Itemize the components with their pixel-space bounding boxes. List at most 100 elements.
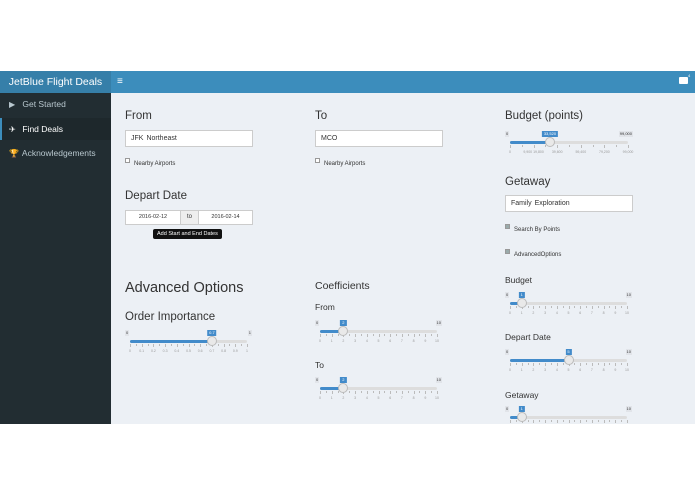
slider-tick [200,344,202,347]
slider-tick-label: 99,000 [622,150,634,154]
slider-minor-tick [515,363,517,365]
budget-weight-slider[interactable]: 0 10 1 0 1 2 3 4 5 6 7 8 9 10 [505,292,632,322]
budget-weight-label: Budget [505,275,532,285]
slider-tick [545,420,547,423]
slider-max-label: 10 [625,406,632,412]
search-by-points-checkbox[interactable]: Search By Points [505,224,561,233]
slider-minor-tick [147,344,149,346]
slider-tick [510,306,511,309]
checkbox-box[interactable] [125,158,130,163]
slider-max-label: 10 [625,292,632,298]
sidebar-item-acknowledgements[interactable]: 🏆 Acknowledgements [0,142,111,164]
slider-fill [510,141,550,144]
slider-minor-tick [217,344,219,346]
slider-min-label: 0 [505,406,510,412]
slider-minor-tick [527,363,529,365]
slider-tick [378,391,380,394]
slider-handle[interactable] [544,137,555,147]
slider-tick-label: 5 [377,339,380,343]
slider-minor-tick [597,420,599,422]
slider-tick-label: 9 [614,311,617,315]
slider-tick [603,363,605,366]
slider-tick [615,306,617,309]
slider-minor-tick [550,363,552,365]
slider-minor-tick [539,420,541,422]
slider-minor-tick [325,334,327,336]
slider-tick [580,420,582,423]
slider-tick-label: 0.1 [139,349,145,353]
slider-min-label: 0 [505,131,510,137]
depart-date-weight-slider[interactable]: 0 10 5 0 1 2 3 4 5 6 7 8 9 10 [505,349,632,379]
slider-handle[interactable] [338,383,349,393]
slider-minor-tick [396,391,398,393]
top-navbar: JetBlue Flight Deals ≡ 4 [0,71,695,93]
slider-handle[interactable] [516,412,527,422]
checkbox-box[interactable] [315,158,320,163]
slider-tick-label: 4 [365,339,368,343]
slider-tick-label: 6 [389,339,392,343]
slider-handle[interactable] [516,298,527,308]
checkbox-box[interactable] [505,249,510,254]
slider-tick-label: 39,600 [551,150,563,154]
checkbox-box[interactable] [505,224,510,229]
slider-min-label: 0 [125,330,130,336]
brand-logo[interactable]: JetBlue Flight Deals [0,71,111,93]
coefficient-from-slider[interactable]: 0 10 2 0 1 2 3 4 5 6 7 8 9 10 [315,320,442,350]
slider-minor-tick [159,344,161,346]
slider-handle[interactable] [206,336,217,346]
slider-minor-tick [431,391,433,393]
from-select[interactable]: JFK Northeast [125,130,253,147]
slider-minor-tick [431,334,433,336]
slider-handle[interactable] [563,355,574,365]
slider-tick [510,145,511,148]
slider-tick-label: 9 [424,339,427,343]
slider-minor-tick [384,334,386,336]
budget-points-slider[interactable]: 0 99,000 33,520 0 9,900 19,800 39,600 59,400 79… [505,131,633,161]
from-nearby-checkbox[interactable]: Nearby Airports [125,158,175,167]
envelope-icon[interactable] [679,77,688,84]
advanced-options-checkbox[interactable]: AdvancedOptions [505,249,561,258]
slider-minor-tick [170,344,172,346]
slider-tick [437,391,438,394]
slider-tick-label: 10 [625,368,629,372]
start-date-input[interactable]: 2016-02-12 [125,210,181,225]
slider-minor-tick [574,306,576,308]
slider-tick [510,363,511,366]
slider-minor-tick [515,420,517,422]
slider-tick [223,344,225,347]
slider-minor-tick [527,420,529,422]
slider-tick [401,334,403,337]
budget-points-label: Budget (points) [505,110,583,122]
to-select[interactable]: MCO [315,130,443,147]
date-tooltip: Add Start and End Dates [153,229,222,239]
sidebar-item-find-deals[interactable]: ✈ Find Deals [0,118,111,140]
slider-tick [533,306,535,309]
slider-tick [413,391,415,394]
end-date-input[interactable]: 2016-02-14 [198,210,253,225]
slider-track [510,416,627,419]
slider-tick-label: 0 [129,349,131,353]
slider-minor-tick [407,391,409,393]
slider-minor-tick [515,306,517,308]
slider-tick-label: 6 [389,396,392,400]
coefficient-to-slider[interactable]: 0 10 2 0 1 2 3 4 5 6 7 8 9 10 [315,377,442,407]
order-importance-slider[interactable]: 0 1 0.7 0 0.1 0.2 0.3 0.4 0.5 0.6 0.7 0.8 0.9 1 [125,330,252,360]
slider-tick-label: 2 [532,368,535,372]
slider-tick [591,420,593,423]
getaway-select[interactable]: Family Exploration [505,195,633,212]
slider-tick-label: 59,400 [575,150,587,154]
slider-tick [247,344,248,347]
to-nearby-checkbox[interactable]: Nearby Airports [315,158,365,167]
slider-handle[interactable] [338,326,349,336]
checkbox-label: Search By Points [514,227,561,233]
slider-minor-tick [407,334,409,336]
slider-tick [557,145,559,148]
slider-minor-tick [609,306,611,308]
slider-tick [627,420,628,423]
order-importance-label: Order Importance [125,311,216,323]
slider-minor-tick [527,306,529,308]
slider-tick-label: 7 [400,339,403,343]
getaway-weight-slider[interactable]: 0101012345678910 [505,406,632,424]
sidebar-item-get-started[interactable]: ▶ Get Started [0,93,111,115]
sidebar-toggle-icon[interactable]: ≡ [117,71,123,93]
